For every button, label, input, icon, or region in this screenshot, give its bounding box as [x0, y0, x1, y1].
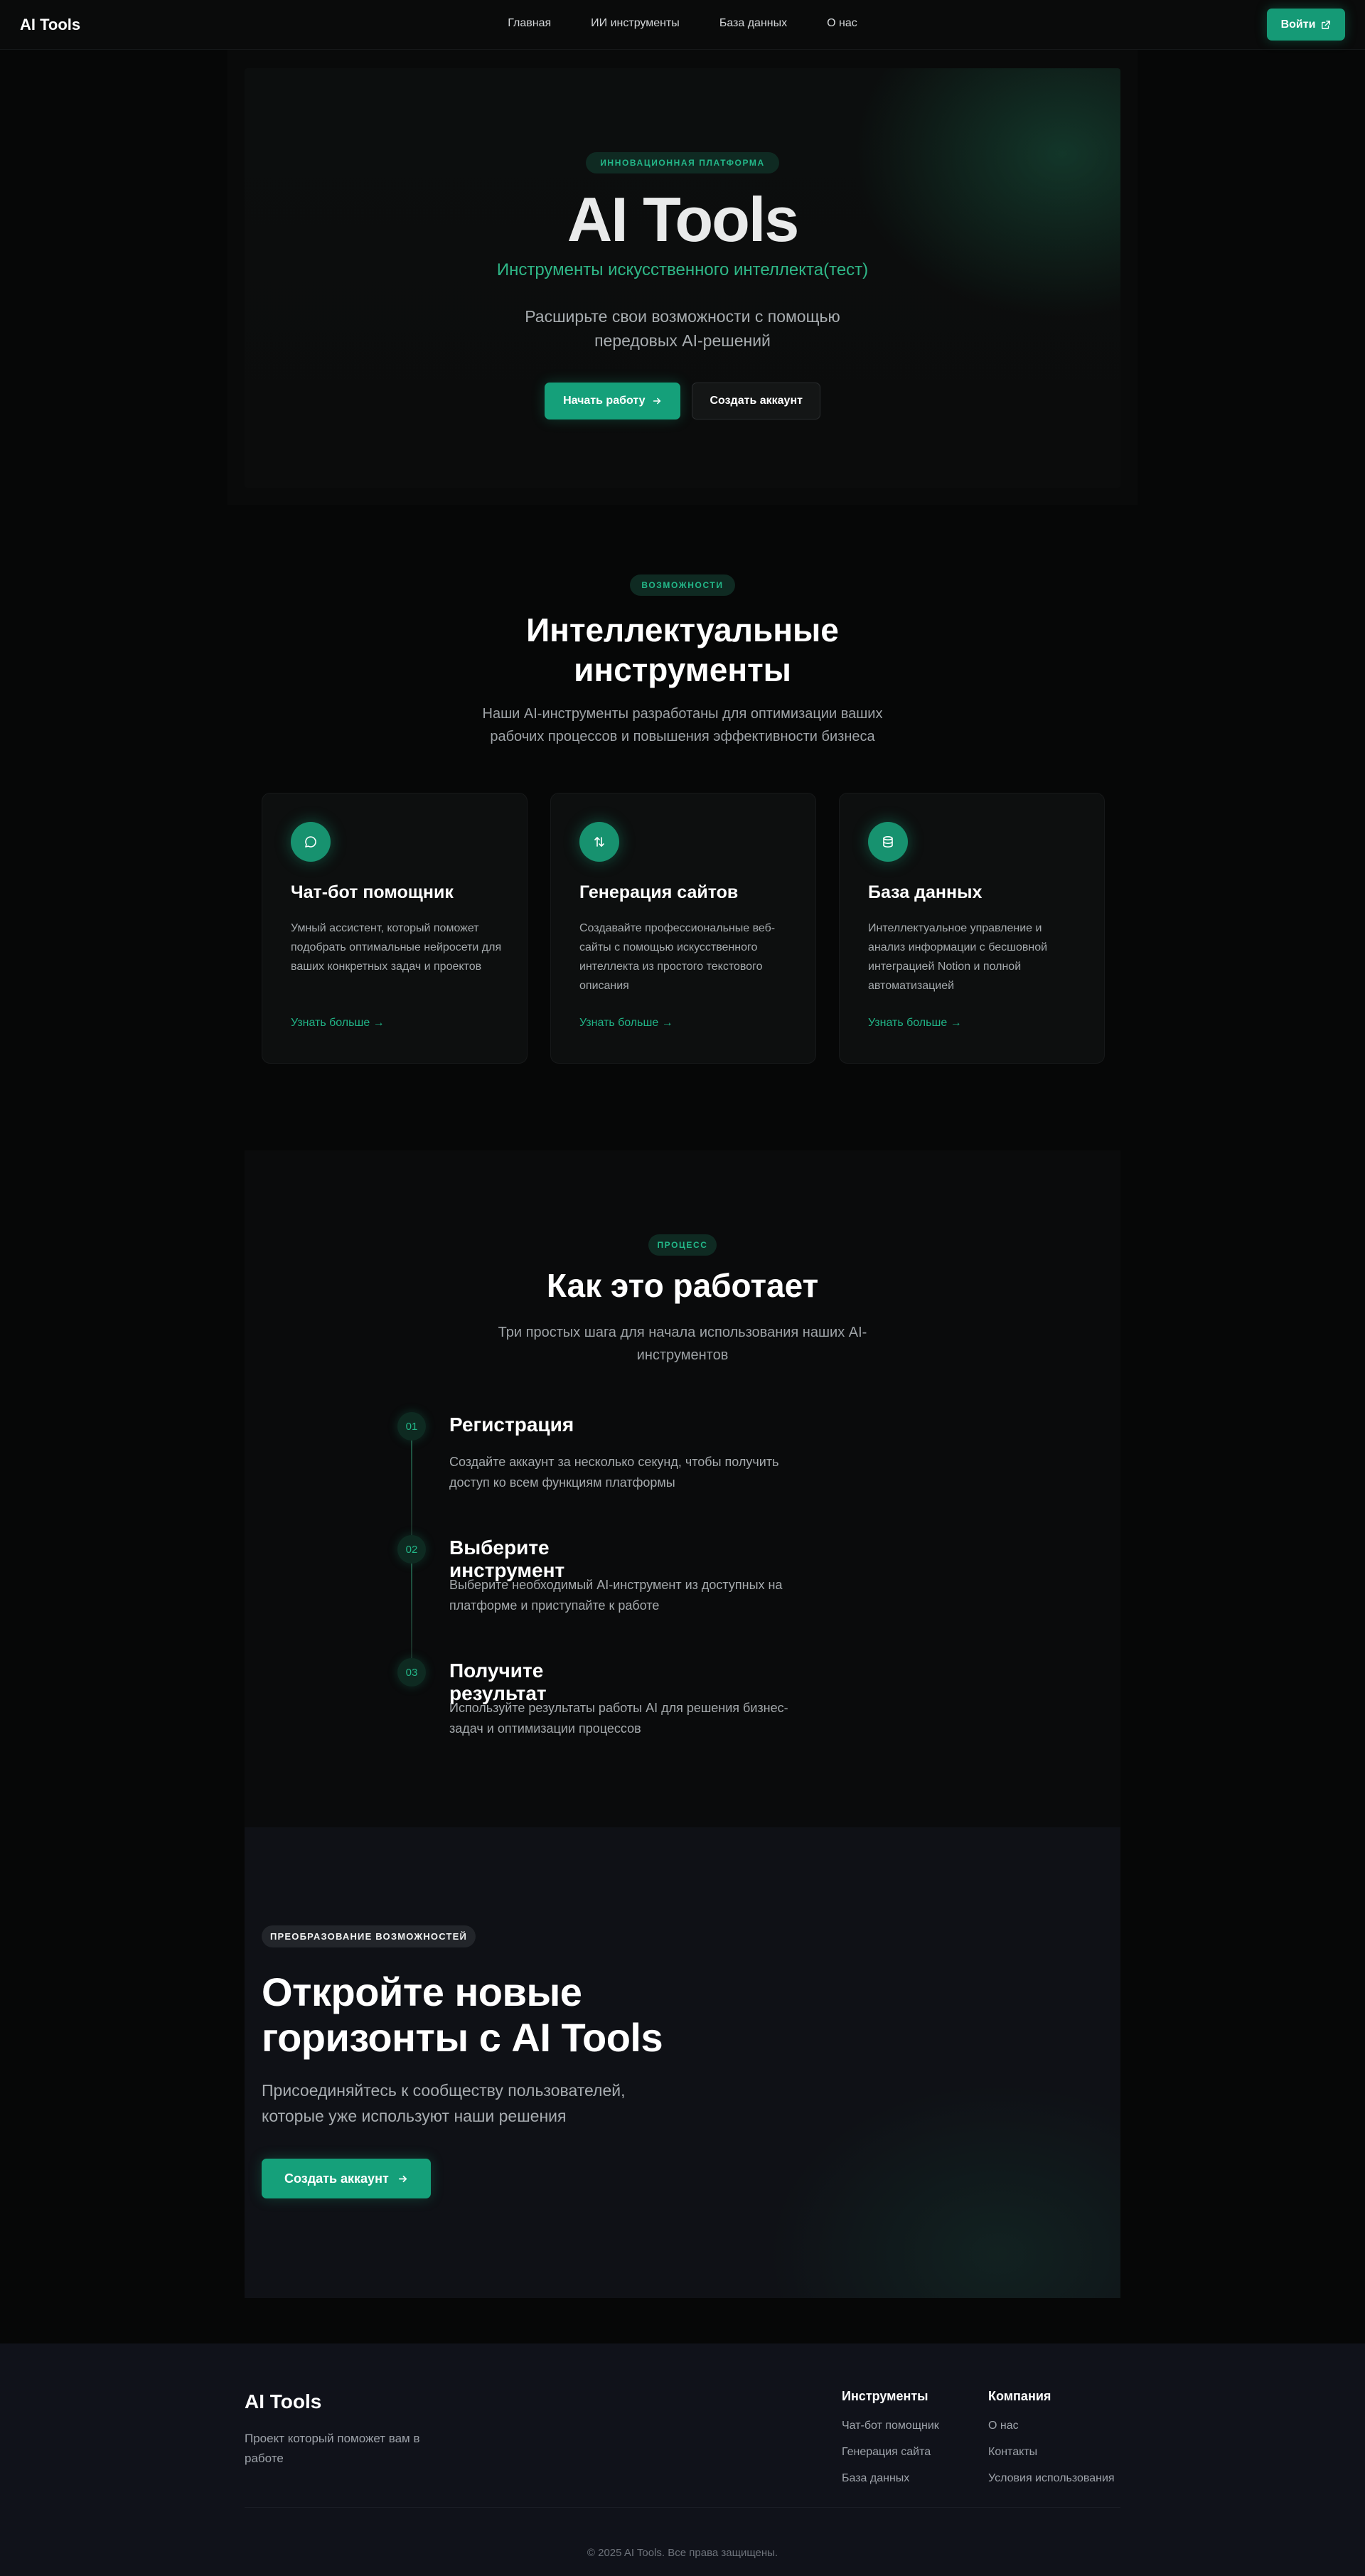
learn-more-link[interactable]: Узнать больше → [291, 1017, 385, 1030]
process-title: Как это работает [546, 1267, 819, 1304]
login-button[interactable]: Войти [1267, 9, 1345, 41]
create-account-button[interactable]: Создать аккаунт [692, 383, 820, 419]
nav-link-ai-tools[interactable]: ИИ инструменты [591, 17, 680, 30]
step-text: Выберите необходимый AI-инструмент из до… [449, 1578, 783, 1613]
hero-section: ИННОВАЦИОННАЯ ПЛАТФОРМА AI Tools Инструм… [245, 68, 1120, 488]
feature-card-database[interactable]: База данных Интеллектуальное управление … [839, 793, 1105, 1064]
card-text: Умный ассистент, который поможет подобра… [291, 922, 502, 973]
feature-cards: Чат-бот помощник Умный ассистент, которы… [262, 793, 1105, 1064]
footer-divider [245, 2507, 1120, 2508]
start-work-button[interactable]: Начать работу [545, 383, 681, 419]
learn-more-link[interactable]: Узнать больше → [579, 1017, 673, 1030]
start-work-label: Начать работу [563, 395, 646, 407]
nav-link-about[interactable]: О нас [827, 17, 857, 30]
cta-title: Откройте новые горизонты с AI Tools [262, 1970, 663, 2060]
footer-column-company: Компания О нас Контакты Условия использо… [988, 2389, 1115, 2498]
footer-brand[interactable]: AI Tools [245, 2390, 321, 2413]
footer-column-title: Компания [988, 2389, 1051, 2403]
process-badge: ПРОЦЕСС [648, 1234, 717, 1256]
footer-link-chatbot[interactable]: Чат-бот помощник [842, 2420, 939, 2432]
footer-description: Проект который поможет вам в работе [245, 2432, 420, 2465]
features-badge: ВОЗМОЖНОСТИ [630, 574, 735, 596]
top-navbar: AI Tools Главная ИИ инструменты База дан… [0, 0, 1365, 50]
features-description: Наши AI-инструменты разработаны для опти… [482, 706, 883, 744]
step-number: 01 [397, 1412, 426, 1441]
footer-link-contacts[interactable]: Контакты [988, 2446, 1115, 2459]
hero-actions: Начать работу Создать аккаунт [245, 383, 1120, 419]
chat-bubble-icon [291, 822, 331, 862]
features-title-text: Интеллектуальные инструменты [526, 611, 839, 688]
footer-column-tools: Инструменты Чат-бот помощник Генерация с… [842, 2389, 939, 2498]
nav-link-home[interactable]: Главная [508, 17, 551, 30]
footer-column-title: Инструменты [842, 2389, 928, 2403]
cta-section: ПРЕОБРАЗОВАНИЕ ВОЗМОЖНОСТЕЙ Откройте нов… [245, 1827, 1120, 2298]
step-number: 03 [397, 1658, 426, 1687]
hero-title: AI Tools [567, 184, 800, 255]
arrow-right-icon [398, 2175, 407, 2182]
footer-link-site-generation[interactable]: Генерация сайта [842, 2446, 939, 2459]
card-text: Интеллектуальное управление и анализ инф… [868, 922, 1048, 992]
feature-card-chatbot[interactable]: Чат-бот помощник Умный ассистент, которы… [262, 793, 528, 1064]
card-title: Чат-бот помощник [291, 882, 454, 902]
footer-link-about[interactable]: О нас [988, 2420, 1115, 2432]
card-title: Генерация сайтов [579, 882, 739, 902]
step-connector [411, 1441, 412, 1535]
copyright: © 2025 AI Tools. Все права защищены. [587, 2547, 778, 2559]
step-text: Создайте аккаунт за несколько секунд, чт… [449, 1455, 779, 1490]
cta-description: Присоединяйтесь к сообществу пользовател… [262, 2081, 626, 2125]
footer-link-terms[interactable]: Условия использования [988, 2472, 1115, 2485]
step-title: Регистрация [449, 1413, 574, 1436]
arrows-updown-icon [579, 822, 619, 862]
cta-create-account-button[interactable]: Создать аккаунт [262, 2159, 431, 2198]
card-text: Создавайте профессиональные веб-сайты с … [579, 922, 776, 992]
features-title: Интеллектуальные инструменты [0, 610, 1365, 690]
database-icon [868, 822, 908, 862]
cta-button-label: Создать аккаунт [284, 2171, 389, 2186]
step-text: Используйте результаты работы AI для реш… [449, 1701, 788, 1736]
card-title: База данных [868, 882, 983, 902]
step-connector [411, 1564, 412, 1658]
step-number: 02 [397, 1535, 426, 1564]
learn-more-link[interactable]: Узнать больше → [868, 1017, 962, 1030]
process-description: Три простых шага для начала использовани… [498, 1325, 867, 1363]
feature-card-site-generation[interactable]: Генерация сайтов Создавайте профессионал… [550, 793, 816, 1064]
hero-description: Расширьте свои возможности с помощью пер… [525, 307, 840, 350]
cta-badge: ПРЕОБРАЗОВАНИЕ ВОЗМОЖНОСТЕЙ [262, 1925, 476, 1947]
footer: AI Tools Проект который поможет вам в ра… [0, 2343, 1365, 2576]
nav-link-database[interactable]: База данных [719, 17, 787, 30]
login-button-label: Войти [1280, 18, 1316, 31]
process-section: ПРОЦЕСС Как это работает Три простых шаг… [245, 1150, 1120, 1827]
nav-links: Главная ИИ инструменты База данных О нас [0, 17, 1365, 30]
hero-subtitle: Инструменты искусственного интеллекта(те… [496, 260, 869, 279]
footer-link-database[interactable]: База данных [842, 2472, 939, 2485]
hero-badge: ИННОВАЦИОННАЯ ПЛАТФОРМА [586, 152, 779, 173]
arrow-right-icon [653, 397, 661, 405]
external-link-icon [1322, 20, 1331, 29]
